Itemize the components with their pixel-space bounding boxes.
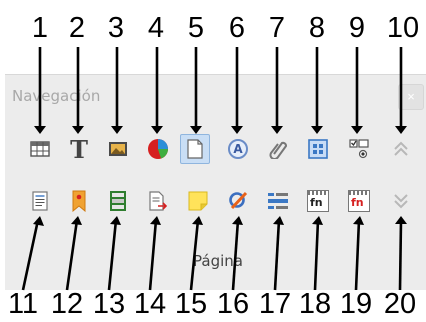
table-button[interactable] <box>25 134 55 164</box>
ole-object-button[interactable] <box>143 134 173 164</box>
comment-icon <box>188 191 208 211</box>
endnote-button[interactable]: fn <box>344 186 374 216</box>
callout-14: 14 <box>133 288 167 320</box>
image-button[interactable] <box>103 134 133 164</box>
headings-icon <box>32 191 48 211</box>
close-button[interactable]: × <box>398 84 424 110</box>
callout-5: 5 <box>187 12 205 44</box>
callout-10: 10 <box>386 12 420 44</box>
callout-16: 16 <box>216 288 250 320</box>
callout-19: 19 <box>339 288 373 320</box>
callout-11: 11 <box>7 288 39 320</box>
callout-15: 15 <box>174 288 208 320</box>
previous-button[interactable] <box>386 134 416 164</box>
reference-button[interactable] <box>143 186 173 216</box>
drawing-button[interactable] <box>223 186 253 216</box>
page-icon <box>187 139 203 159</box>
drawing-object-icon: A <box>228 139 248 159</box>
callout-7: 7 <box>268 12 286 44</box>
bookmark-icon <box>72 190 86 212</box>
text-frame-button[interactable]: T <box>64 134 94 164</box>
table-icon <box>30 141 50 157</box>
section-label: Página <box>193 252 243 270</box>
section-button[interactable] <box>103 186 133 216</box>
footnote-icon: fn <box>307 190 329 212</box>
frame-icon <box>308 139 328 159</box>
field-button[interactable] <box>263 186 293 216</box>
link-icon <box>269 141 287 159</box>
ole-object-icon <box>148 139 168 159</box>
callout-6: 6 <box>228 12 246 44</box>
next-button[interactable] <box>386 186 416 216</box>
next-arrow-icon <box>394 194 408 209</box>
link-button[interactable] <box>263 134 293 164</box>
callout-20: 20 <box>383 288 417 320</box>
callout-13: 13 <box>92 288 126 320</box>
previous-arrow-icon <box>394 141 408 156</box>
bookmark-button[interactable] <box>64 186 94 216</box>
image-icon <box>109 142 127 156</box>
callout-2: 2 <box>68 12 86 44</box>
headings-button[interactable] <box>25 186 55 216</box>
page-button[interactable] <box>180 134 210 164</box>
drawing-icon <box>229 191 248 210</box>
form-control-button[interactable] <box>344 134 374 164</box>
callout-1: 1 <box>31 12 49 44</box>
callout-12: 12 <box>50 288 84 320</box>
callout-3: 3 <box>107 12 125 44</box>
field-icon <box>268 193 288 209</box>
footnote-button[interactable]: fn <box>303 186 333 216</box>
section-icon <box>110 191 126 211</box>
callout-9: 9 <box>348 12 366 44</box>
comment-button[interactable] <box>183 186 213 216</box>
text-frame-icon: T <box>70 134 88 164</box>
frame-button[interactable] <box>303 134 333 164</box>
form-control-icon <box>349 139 369 159</box>
drawing-object-button[interactable]: A <box>223 134 253 164</box>
reference-icon <box>149 191 167 211</box>
callout-4: 4 <box>147 12 165 44</box>
callout-8: 8 <box>308 12 326 44</box>
endnote-icon: fn <box>348 190 370 212</box>
callout-18: 18 <box>298 288 332 320</box>
navigator-title: Navegación <box>12 87 101 105</box>
